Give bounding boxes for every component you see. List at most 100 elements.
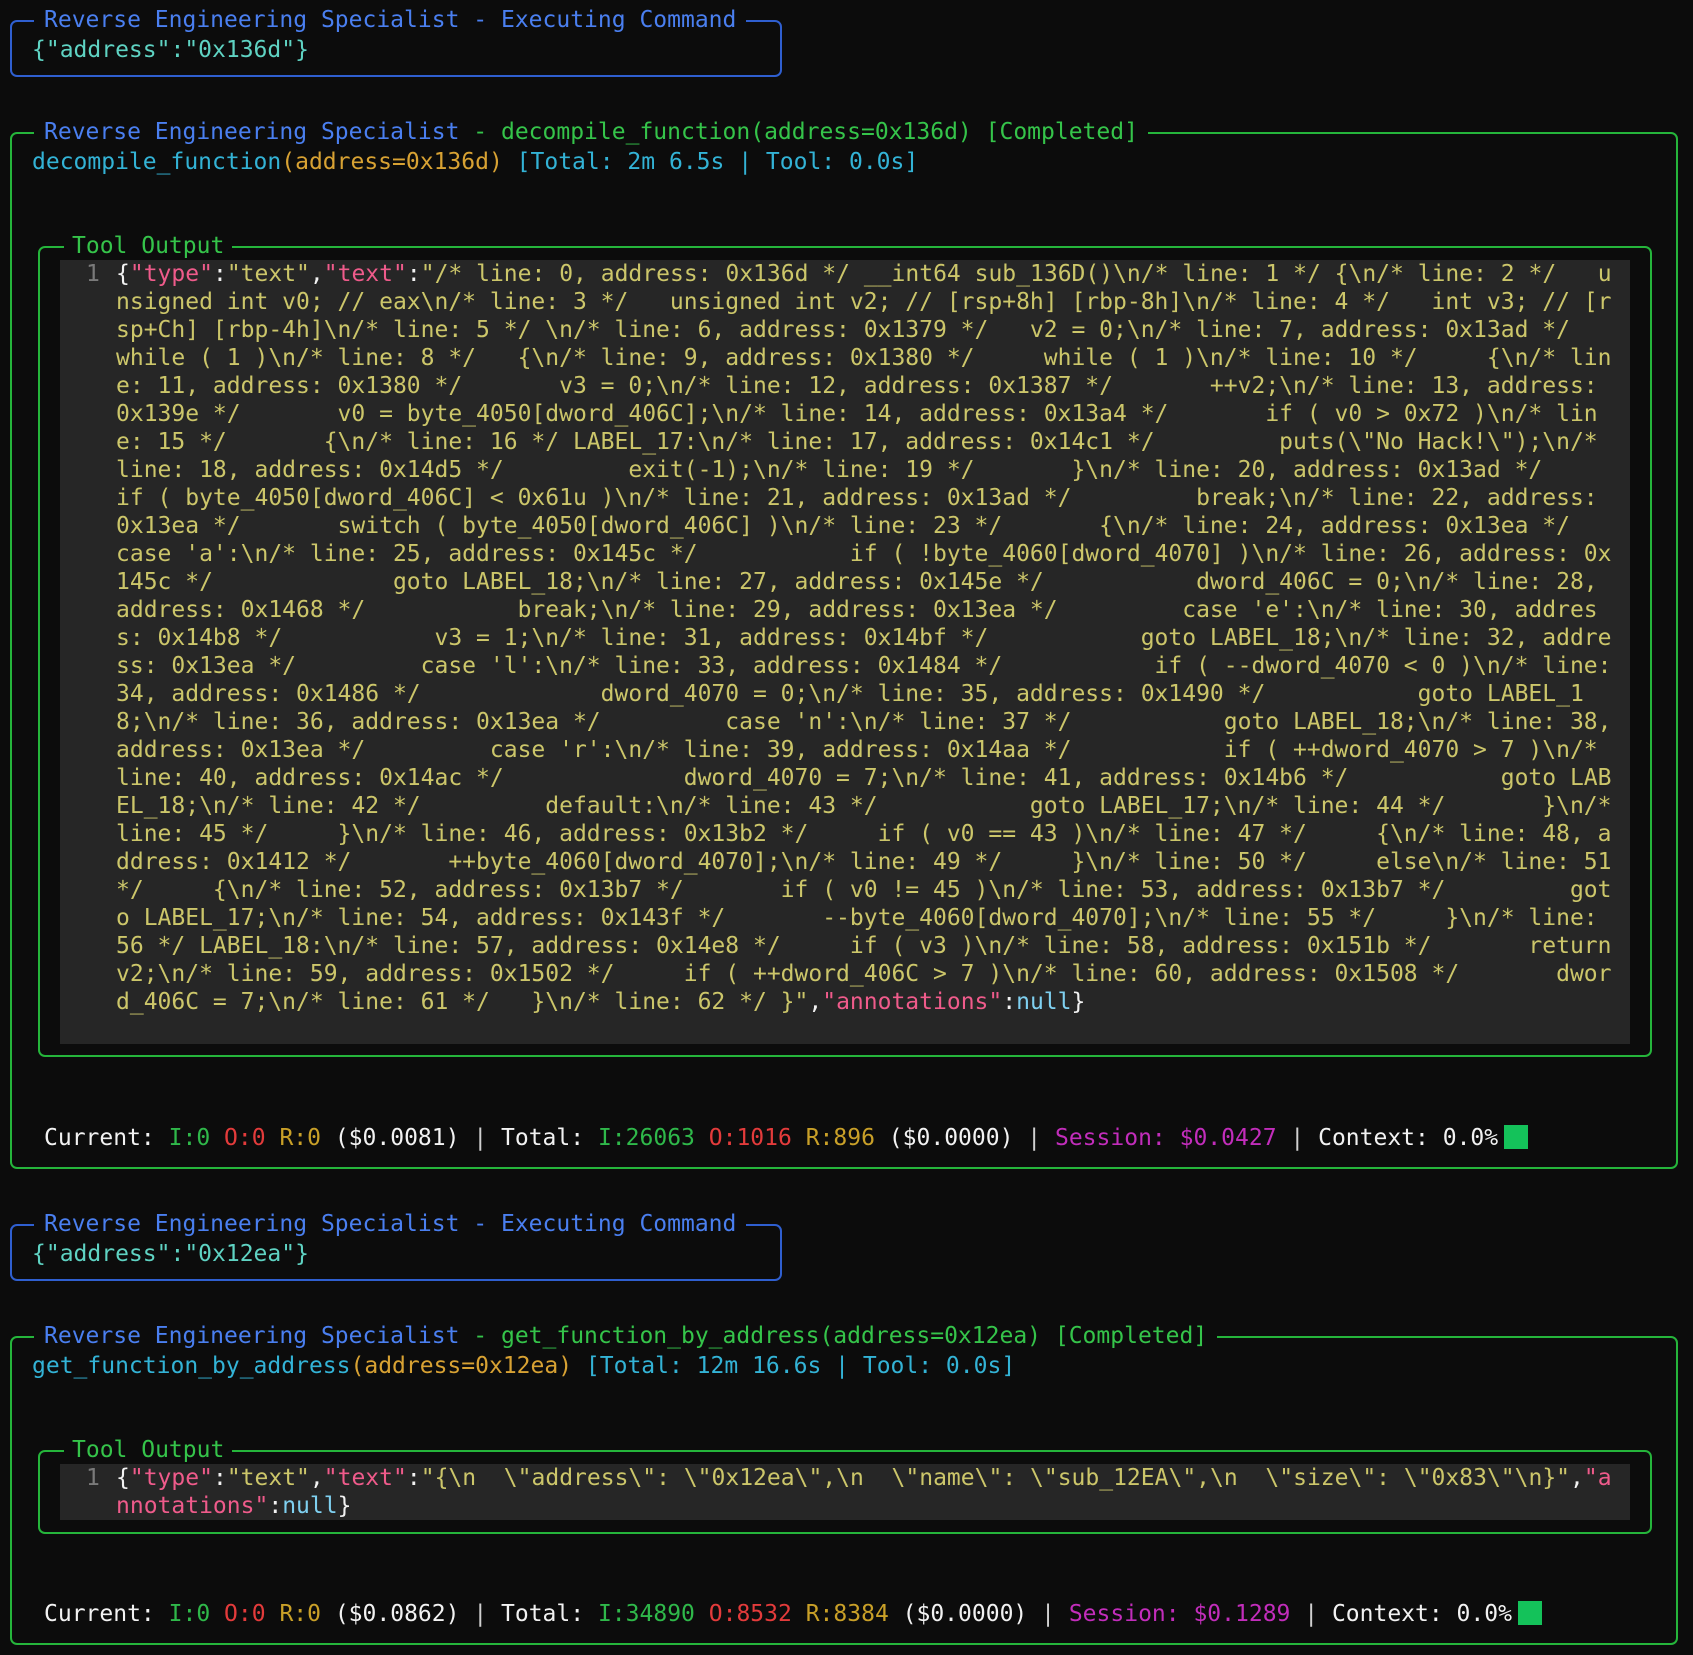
json-colon: : <box>406 1465 421 1491</box>
context-indicator-icon <box>1517 1601 1542 1625</box>
total-label: Total: <box>501 1601 598 1627</box>
current-input-tokens: I:0 <box>168 1125 211 1151</box>
total-cost: ($0.0000) <box>888 1601 1028 1627</box>
json-null: null <box>282 1493 338 1519</box>
context-indicator-icon <box>1504 1125 1529 1149</box>
json-comma: , <box>1570 1465 1584 1491</box>
code-block: 1 {"type":"text","text":"{\n \"address\"… <box>60 1464 1630 1520</box>
current-reasoning-tokens: R:0 <box>279 1125 321 1151</box>
executing-command-panel-1: Reverse Engineering Specialist - Executi… <box>10 6 782 77</box>
tool-call-summary: get_function_by_address(address=0x12ea) … <box>32 1352 1015 1380</box>
code-text: {"type":"text","text":"{\n \"address\": … <box>116 1464 1624 1520</box>
json-key: "annotations" <box>822 989 1003 1015</box>
function-name: decompile_function <box>32 149 282 175</box>
timing: [Total: 12m 16.6s | Tool: 0.0s] <box>572 1353 1016 1379</box>
total-output-tokens: O:8532 <box>708 1601 792 1627</box>
token-status-line: Current: I:0 O:0 R:0 ($0.0862) | Total: … <box>44 1600 1542 1628</box>
title-separator: - <box>459 1211 501 1237</box>
executing-command-panel-2: Reverse Engineering Specialist - Executi… <box>10 1210 782 1281</box>
json-brace: } <box>337 1493 352 1519</box>
title-separator: - <box>459 119 501 145</box>
command-args: {"address":"0x12ea"} <box>32 1241 309 1267</box>
total-label: Total: <box>501 1125 598 1151</box>
agent-name: Reverse Engineering Specialist <box>44 119 460 145</box>
current-output-tokens: O:0 <box>224 1601 266 1627</box>
title-separator: - <box>459 7 501 33</box>
json-key: "text" <box>323 261 407 287</box>
command-status: Executing Command <box>500 1211 737 1237</box>
session-cost: $0.0427 <box>1179 1125 1277 1151</box>
session-cost: $0.1289 <box>1193 1601 1291 1627</box>
timing: [Total: 2m 6.5s | Tool: 0.0s] <box>502 149 919 175</box>
command-status: Executing Command <box>500 7 737 33</box>
json-null: null <box>1016 989 1072 1015</box>
tool-output-panel: Tool Output 1 {"type":"text","text":"/* … <box>38 232 1652 1057</box>
line-number: 1 <box>86 261 100 287</box>
tool-result-panel-2: Reverse Engineering Specialist - get_fun… <box>10 1322 1678 1645</box>
status-separator: | <box>1276 1125 1319 1151</box>
json-comma: , <box>309 261 324 287</box>
tool-result-panel-1: Reverse Engineering Specialist - decompi… <box>10 118 1678 1169</box>
tool-call-summary: decompile_function(address=0x136d) [Tota… <box>32 148 918 176</box>
json-brace: } <box>1071 989 1086 1015</box>
json-value: "{\n \"address\": \"0x12ea\",\n \"name\"… <box>420 1465 1571 1491</box>
current-reasoning-tokens: R:0 <box>279 1601 321 1627</box>
json-value: "text" <box>226 261 310 287</box>
json-value: "/* line: 0, address: 0x136d */ __int64 … <box>116 261 1693 1015</box>
panel-title: Reverse Engineering Specialist - get_fun… <box>34 1322 1218 1350</box>
tool-output-label: Tool Output <box>64 232 233 260</box>
json-key: "text" <box>323 1465 407 1491</box>
panel-title: Reverse Engineering Specialist - Executi… <box>34 6 747 34</box>
panel-title: Reverse Engineering Specialist - Executi… <box>34 1210 747 1238</box>
agent-name: Reverse Engineering Specialist <box>44 7 460 33</box>
json-colon: : <box>406 261 421 287</box>
function-args: (address=0x12ea) <box>350 1353 573 1379</box>
total-input-tokens: I:34890 <box>597 1601 695 1627</box>
current-label: Current: <box>44 1125 169 1151</box>
current-cost: ($0.0862) <box>320 1601 460 1627</box>
tool-call-status: decompile_function(address=0x136d) [Comp… <box>500 119 1138 145</box>
json-brace: { <box>116 1465 130 1491</box>
json-key: "type" <box>129 261 213 287</box>
session-label: Session: <box>1054 1125 1180 1151</box>
token-status-line: Current: I:0 O:0 R:0 ($0.0081) | Total: … <box>44 1124 1529 1152</box>
total-reasoning-tokens: R:896 <box>805 1125 875 1151</box>
total-cost: ($0.0000) <box>874 1125 1014 1151</box>
line-number: 1 <box>86 1465 100 1491</box>
session-label: Session: <box>1068 1601 1194 1627</box>
json-key: "type" <box>129 1465 213 1491</box>
json-colon: : <box>212 1465 227 1491</box>
function-name: get_function_by_address <box>32 1353 351 1379</box>
status-separator: | <box>1013 1125 1055 1151</box>
json-colon: : <box>212 261 227 287</box>
status-separator: | <box>1290 1601 1332 1627</box>
json-value: "text" <box>226 1465 310 1491</box>
json-comma: , <box>808 989 823 1015</box>
status-separator: | <box>459 1125 502 1151</box>
total-input-tokens: I:26063 <box>597 1125 695 1151</box>
current-label: Current: <box>44 1601 169 1627</box>
tool-output-label: Tool Output <box>64 1436 233 1464</box>
current-input-tokens: I:0 <box>168 1601 211 1627</box>
command-args: {"address":"0x136d"} <box>32 37 309 63</box>
current-cost: ($0.0081) <box>320 1125 460 1151</box>
total-output-tokens: O:1016 <box>708 1125 792 1151</box>
agent-name: Reverse Engineering Specialist <box>44 1323 460 1349</box>
status-separator: | <box>1027 1601 1069 1627</box>
code-text: {"type":"text","text":"/* line: 0, addre… <box>116 260 1624 1016</box>
json-colon: : <box>268 1493 283 1519</box>
context-usage: Context: 0.0% <box>1318 1125 1499 1151</box>
context-usage: Context: 0.0% <box>1331 1601 1512 1627</box>
json-comma: , <box>309 1465 324 1491</box>
title-separator: - <box>459 1323 501 1349</box>
total-reasoning-tokens: R:8384 <box>805 1601 889 1627</box>
panel-title: Reverse Engineering Specialist - decompi… <box>34 118 1148 146</box>
current-output-tokens: O:0 <box>224 1125 266 1151</box>
json-brace: { <box>116 261 130 287</box>
status-separator: | <box>459 1601 502 1627</box>
tool-call-status: get_function_by_address(address=0x12ea) … <box>500 1323 1208 1349</box>
agent-name: Reverse Engineering Specialist <box>44 1211 460 1237</box>
tool-output-panel: Tool Output 1 {"type":"text","text":"{\n… <box>38 1436 1652 1534</box>
function-args: (address=0x136d) <box>281 149 503 175</box>
code-block: 1 {"type":"text","text":"/* line: 0, add… <box>60 260 1630 1044</box>
